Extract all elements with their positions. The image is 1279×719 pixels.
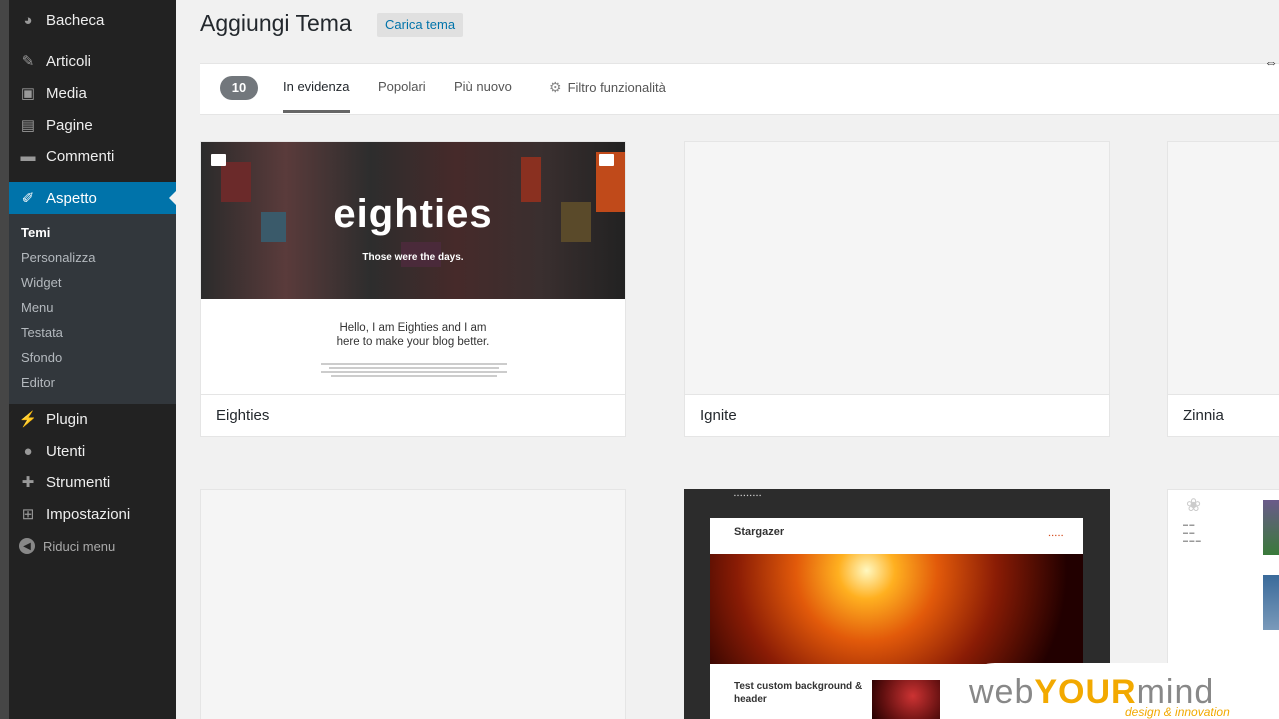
theme-name: Ignite	[700, 407, 737, 424]
watermark-tagline: design & innovation	[1125, 705, 1230, 719]
collapse-arrow-icon: ◀	[19, 538, 35, 554]
upload-theme-button[interactable]: Carica tema	[377, 13, 464, 37]
preview-menu-line: ▬ ▬	[1183, 522, 1195, 528]
sidebar-item-bacheca[interactable]: ◕ Bacheca	[9, 4, 176, 36]
window-left-edge	[0, 0, 9, 719]
sidebar-item-plugin[interactable]: ⚡ Plugin	[9, 403, 176, 435]
theme-screenshot	[201, 490, 625, 719]
tools-icon: ✚	[21, 474, 35, 491]
preview-hero-subtitle: Those were the days.	[362, 252, 464, 263]
page-title: Aggiungi Tema	[200, 10, 352, 36]
sidebar-item-label: Commenti	[46, 147, 115, 165]
preview-post-thumbnail	[872, 680, 940, 719]
preview-hero-title: eighties	[333, 192, 493, 236]
users-icon: ●	[23, 442, 33, 460]
sidebar-item-label: Media	[46, 84, 87, 102]
eighties-body: Hello, I am Eighties and I am here to ma…	[201, 299, 625, 394]
theme-screenshot	[1168, 142, 1279, 394]
feature-filter-button[interactable]: ⚙ Filtro funzionalità	[549, 79, 666, 112]
comments-icon: ▬	[20, 147, 36, 165]
sidebar-item-strumenti[interactable]: ✚ Strumenti	[9, 466, 176, 498]
menu-icon	[211, 154, 226, 166]
sidebar-item-label: Plugin	[46, 410, 88, 428]
watermark: webYOURmind design & innovation	[955, 663, 1279, 719]
theme-filter-bar: 10 In evidenza Popolari Più nuovo ⚙ Filtr…	[200, 63, 1279, 115]
sidebar-item-articoli[interactable]: ✎ Articoli	[9, 45, 176, 77]
pages-icon: ▤	[20, 117, 36, 134]
preview-header: Stargazer ▪ ▪ ▪ ▪ ▪	[710, 518, 1083, 554]
preview-intro: Hello, I am Eighties and I am here to ma…	[201, 321, 625, 349]
preview-image	[1263, 500, 1279, 555]
sidebar-item-impostazioni[interactable]: ⊞ Impostazioni	[9, 498, 176, 530]
tab-popolari[interactable]: Popolari	[378, 79, 426, 112]
appearance-icon: ✐	[21, 190, 35, 207]
preview-header-image	[710, 554, 1083, 664]
submenu-item-editor[interactable]: Editor	[21, 370, 55, 395]
sidebar-item-pagine[interactable]: ▤ Pagine	[9, 109, 176, 141]
theme-screenshot: eighties Those were the days. Hello, I a…	[201, 142, 625, 394]
resize-cursor-icon: ⇔	[1264, 54, 1278, 70]
collapse-menu-label: Riduci menu	[43, 538, 116, 554]
preview-image	[1263, 575, 1279, 630]
gear-icon: ⚙	[549, 79, 562, 95]
sidebar-item-aspetto[interactable]: ✐ Aspetto	[9, 182, 176, 214]
sidebar-item-label: Pagine	[46, 116, 93, 134]
flower-logo-icon: ❀	[1186, 495, 1202, 515]
media-icon: ▣	[20, 85, 36, 102]
preview-menu-line: ▬ ▬	[1183, 530, 1195, 536]
theme-card-zinnia[interactable]: Zinnia	[1167, 141, 1279, 437]
sidebar-item-label: Strumenti	[46, 473, 111, 491]
watermark-logo-part: YOUR	[1034, 673, 1137, 711]
settings-icon: ⊞	[21, 506, 35, 523]
feature-filter-label: Filtro funzionalità	[567, 80, 666, 95]
submenu-item-testata[interactable]: Testata	[21, 320, 63, 345]
sidebar-item-commenti[interactable]: ▬ Commenti	[9, 140, 176, 172]
submenu-item-sfondo[interactable]: Sfondo	[21, 345, 62, 370]
preview-menu-line: ▬ ▬ ▬	[1183, 538, 1201, 544]
preview-site-title: Stargazer	[734, 526, 785, 538]
pin-icon: ✎	[21, 53, 35, 70]
preview-placeholder-text	[321, 361, 507, 379]
theme-card-eighties[interactable]: eighties Those were the days. Hello, I a…	[200, 141, 626, 437]
theme-name: Eighties	[216, 407, 270, 424]
preview-intro-line: Hello, I am Eighties and I am	[339, 322, 487, 334]
sidebar-item-label: Aspetto	[46, 189, 97, 207]
collapse-menu-button[interactable]: ◀ Riduci menu	[9, 533, 115, 559]
preview-intro-line: here to make your blog better.	[336, 336, 490, 348]
sidebar-item-media[interactable]: ▣ Media	[9, 77, 176, 109]
submenu-item-temi[interactable]: Temi	[21, 220, 50, 245]
theme-count-badge: 10	[220, 76, 258, 100]
appearance-submenu: Temi Personalizza Widget Menu Testata Sf…	[9, 214, 176, 404]
dashboard-icon: ◕	[23, 11, 33, 29]
sidebar-item-label: Articoli	[46, 52, 92, 70]
eighties-hero-image: eighties Those were the days.	[201, 142, 625, 299]
submenu-item-widget[interactable]: Widget	[21, 270, 61, 295]
preview-nav: ▪ ▪ ▪ ▪ ▪ ▪ ▪ ▪ ▪	[734, 493, 762, 499]
tab-piu-nuovo[interactable]: Più nuovo	[454, 79, 512, 112]
theme-card-ignite[interactable]: Ignite	[684, 141, 1110, 437]
theme-name-bar: Eighties	[201, 394, 625, 436]
sidebar-item-label: Bacheca	[46, 11, 105, 29]
theme-name-bar: Ignite	[685, 394, 1109, 436]
submenu-item-personalizza[interactable]: Personalizza	[21, 245, 95, 270]
theme-card-loading[interactable]	[200, 489, 626, 719]
sidebar-item-label: Impostazioni	[46, 505, 131, 523]
plugin-icon: ⚡	[18, 411, 38, 428]
menu-icon	[599, 154, 614, 166]
theme-screenshot	[685, 142, 1109, 394]
watermark-logo-part: web	[969, 673, 1035, 711]
sidebar-item-label: Utenti	[46, 442, 86, 460]
submenu-item-menu[interactable]: Menu	[21, 295, 54, 320]
preview-menu: ▪ ▪ ▪ ▪ ▪	[1048, 533, 1063, 539]
tab-in-evidenza[interactable]: In evidenza	[283, 79, 350, 113]
preview-post-title: Test custom background & header	[734, 681, 863, 705]
admin-sidebar: ◕ Bacheca ✎ Articoli ▣ Media ▤ Pagine ▬ …	[9, 0, 176, 719]
theme-name-bar: Zinnia	[1168, 394, 1279, 436]
theme-name: Zinnia	[1183, 407, 1224, 424]
sidebar-item-utenti[interactable]: ● Utenti	[9, 435, 176, 467]
